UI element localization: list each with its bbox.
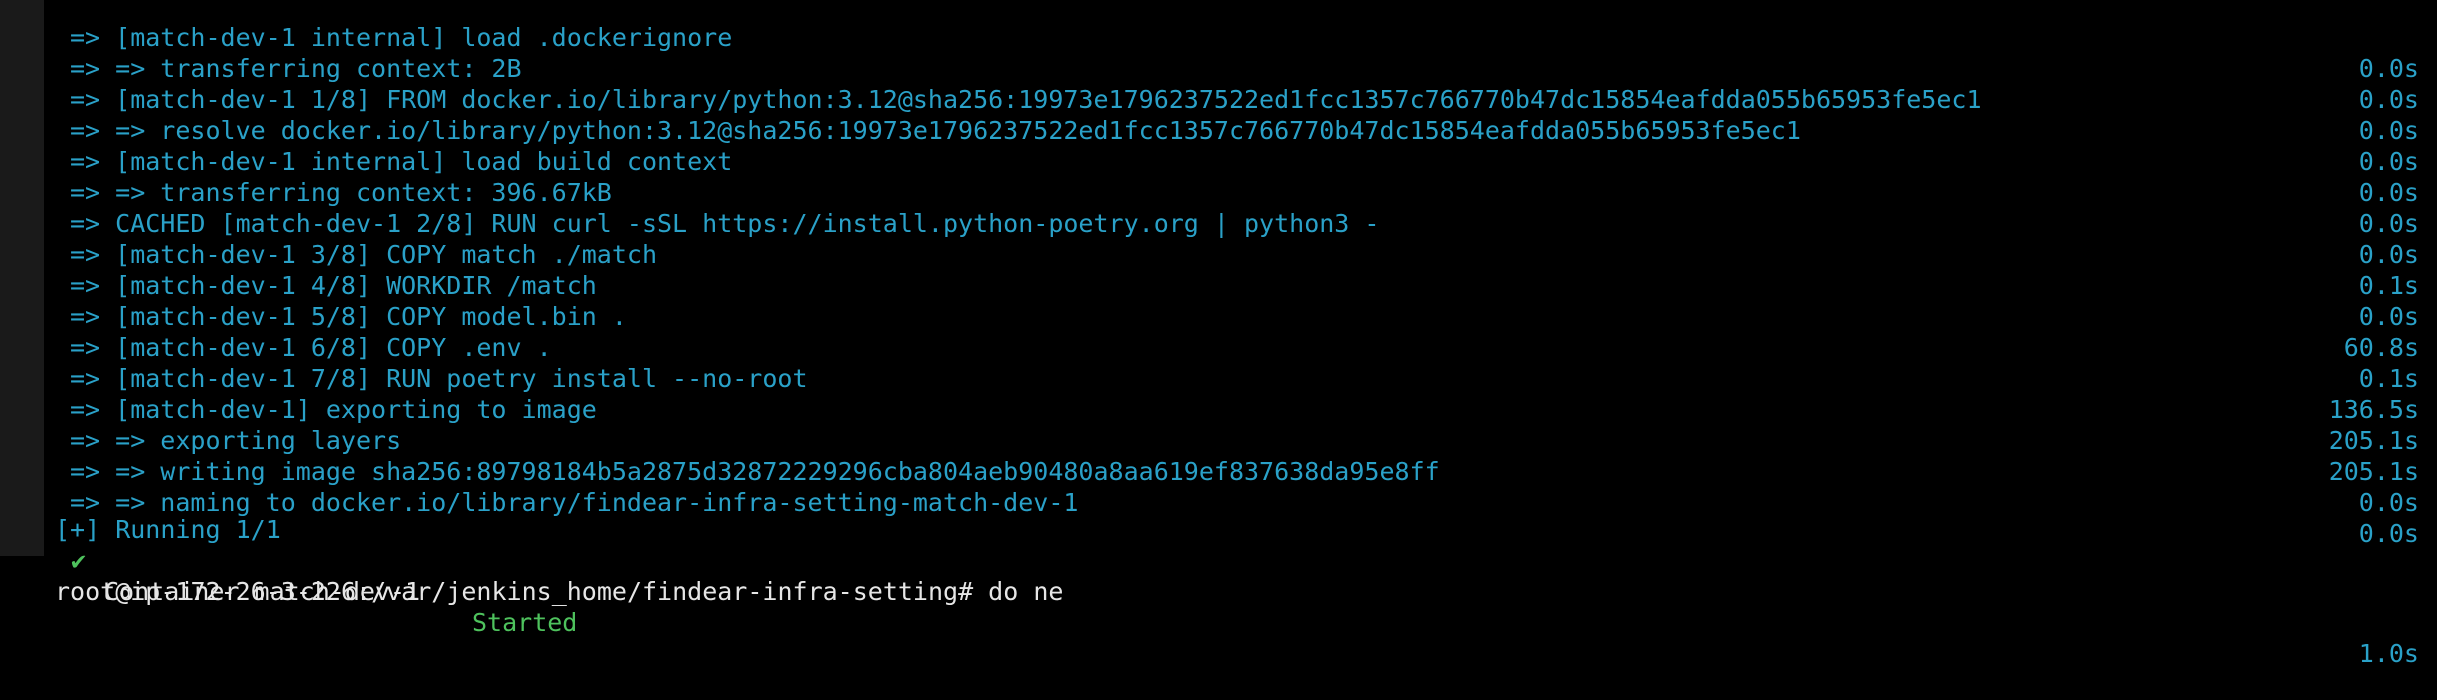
left-panel-edge xyxy=(0,0,44,556)
shell-prompt: root@ip-172-26-3-226:/var/jenkins_home/f… xyxy=(55,577,1094,606)
build-step-line: => [match-dev-1 4/8] WORKDIR /match 0.0s xyxy=(44,239,2419,331)
build-step-line: => [match-dev-1 1/8] FROM docker.io/libr… xyxy=(44,53,2419,145)
container-status-line: ✔ Container match-dev-1 Started 1.0s xyxy=(44,514,2419,668)
build-step-line: => [match-dev-1 5/8] COPY model.bin . 60… xyxy=(44,270,2419,362)
build-step-line: => [match-dev-1 7/8] RUN poetry install … xyxy=(44,332,2419,424)
build-step-line: => CACHED [match-dev-1 2/8] RUN curl -sS… xyxy=(44,177,2419,269)
container-status: Started xyxy=(472,608,578,637)
build-step-line: => => resolve docker.io/library/python:3… xyxy=(44,84,2419,176)
build-step-line: => => transferring context: 396.67kB 0.0… xyxy=(44,146,2419,238)
build-step-line: => [match-dev-1 3/8] COPY match ./match … xyxy=(44,208,2419,300)
build-step-line: => [match-dev-1 internal] load .dockerig… xyxy=(44,0,2419,83)
build-step-line: => => writing image sha256:89798184b5a28… xyxy=(44,425,2419,517)
build-step-line: => => exporting layers 205.1s xyxy=(44,394,2419,486)
running-status-line: [+] Running 1/1 xyxy=(44,483,2419,544)
build-step-line: => [match-dev-1 internal] load build con… xyxy=(44,115,2419,207)
shell-prompt-line[interactable]: root@ip-172-26-3-226:/var/jenkins_home/f… xyxy=(44,545,2419,606)
build-step-line: => [match-dev-1] exporting to image 205.… xyxy=(44,363,2419,455)
container-duration: 1.0s xyxy=(2358,639,2419,668)
build-step-line: => [match-dev-1 6/8] COPY .env . 0.1s xyxy=(44,301,2419,393)
build-step-line: => => transferring context: 2B 0.0s xyxy=(44,22,2419,114)
terminal-output[interactable]: => [match-dev-1 internal] load .dockerig… xyxy=(44,0,2437,668)
